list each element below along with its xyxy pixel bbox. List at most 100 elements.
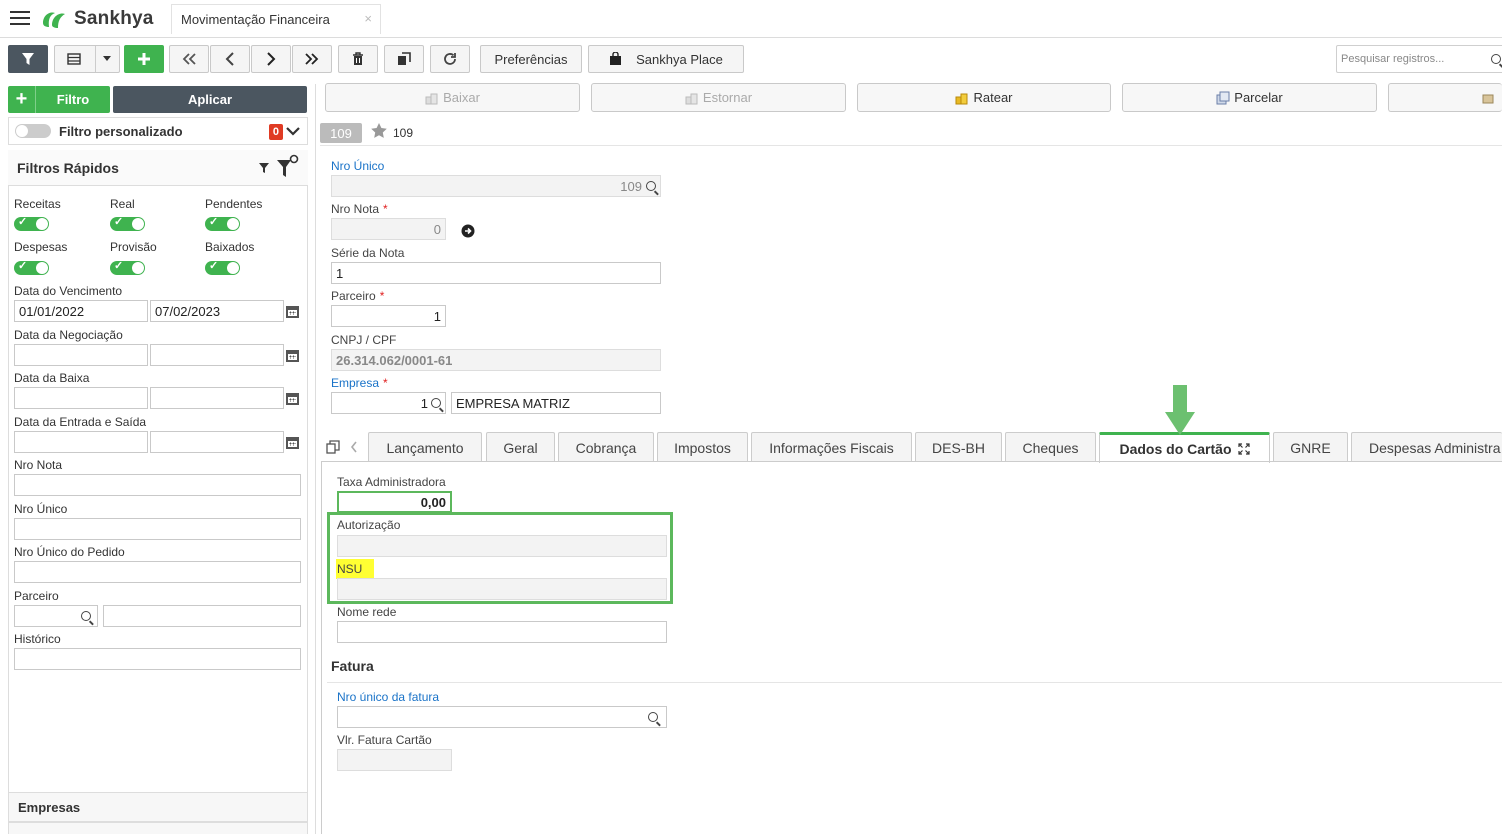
add-record-button[interactable] <box>124 45 164 73</box>
close-icon[interactable]: × <box>364 11 372 26</box>
more-action-button[interactable] <box>1388 83 1502 112</box>
filter-settings-icon[interactable] <box>276 154 300 180</box>
toggle-real[interactable] <box>110 215 145 231</box>
parceiro-label-text: Parceiro <box>331 289 376 303</box>
search-icon[interactable] <box>1491 54 1501 64</box>
arrow-right-circle-icon[interactable] <box>461 224 475 238</box>
toggle-receitas[interactable] <box>14 215 49 231</box>
panel-splitter[interactable] <box>315 84 316 834</box>
custom-filter-toggle[interactable] <box>15 124 51 138</box>
nro-unico-fatura-field[interactable] <box>337 706 667 728</box>
search-records-input[interactable]: Pesquisar registros... <box>1336 45 1502 73</box>
nro-unico-field[interactable]: 109 <box>331 175 661 197</box>
data-entrada-saida-ate-input[interactable] <box>150 431 284 453</box>
tab-gnre[interactable]: GNRE <box>1273 432 1348 462</box>
tab-dados-do-cartao[interactable]: Dados do Cartão <box>1099 432 1270 463</box>
star-icon[interactable] <box>370 122 388 140</box>
toggle-provisao[interactable] <box>110 259 145 275</box>
copy-tab-icon[interactable] <box>326 440 340 454</box>
historico-filter-input[interactable] <box>14 648 301 670</box>
data-baixa-ate-input[interactable] <box>150 387 284 409</box>
nro-unico-label[interactable]: Nro Único <box>331 159 384 173</box>
tab-informacoes-fiscais[interactable]: Informações Fiscais <box>751 432 912 462</box>
tab-lancamento[interactable]: Lançamento <box>368 432 482 462</box>
view-mode-button[interactable] <box>54 45 120 73</box>
sankhya-place-button[interactable]: Sankhya Place <box>588 45 744 73</box>
parceiro-name-input[interactable] <box>103 605 301 627</box>
taxa-administradora-field[interactable]: 0,00 <box>337 491 452 513</box>
autorizacao-field[interactable] <box>337 535 667 557</box>
menu-icon[interactable] <box>10 11 30 27</box>
add-filter-button[interactable]: + Filtro <box>8 86 110 113</box>
tab-impostos[interactable]: Impostos <box>657 432 748 462</box>
nro-unico-pedido-label: Nro Único do Pedido <box>14 545 125 559</box>
ratear-button[interactable]: Ratear <box>857 83 1111 112</box>
expand-icon[interactable] <box>1237 443 1250 455</box>
data-vencimento-ate-input[interactable]: 07/02/2023 <box>150 300 284 322</box>
previous-record-button[interactable] <box>210 45 250 73</box>
tab-despesas-administrativas[interactable]: Despesas Administra <box>1351 432 1502 462</box>
chevron-down-icon[interactable] <box>286 127 300 137</box>
data-negociacao-ate-input[interactable] <box>150 344 284 366</box>
data-baixa-de-input[interactable] <box>14 387 148 409</box>
estornar-button[interactable]: Estornar <box>591 83 846 112</box>
nro-unico-filter-label: Nro Único <box>14 502 68 516</box>
parceiro-field[interactable]: 1 <box>331 305 446 327</box>
data-entrada-saida-de-input[interactable] <box>14 431 148 453</box>
calendar-icon[interactable] <box>286 350 299 362</box>
empresa-label[interactable]: Empresa * <box>331 376 388 390</box>
nro-unico-filter-input[interactable] <box>14 518 301 540</box>
nsu-field[interactable] <box>337 578 667 600</box>
preferences-button[interactable]: Preferências <box>480 45 582 73</box>
first-record-button[interactable] <box>169 45 209 73</box>
delete-button[interactable] <box>338 45 378 73</box>
empresa-code-field[interactable]: 1 <box>331 392 446 414</box>
nro-unico-fatura-label[interactable]: Nro único da fatura <box>337 690 439 704</box>
search-icon[interactable] <box>646 181 656 191</box>
filter-toggle-button[interactable] <box>8 45 48 73</box>
tab-dados-do-cartao-label: Dados do Cartão <box>1119 441 1232 457</box>
filter-icon[interactable] <box>258 162 270 174</box>
nro-nota-filter-input[interactable] <box>14 474 301 496</box>
sankhya-logo[interactable]: Sankhya <box>40 6 154 32</box>
vlr-fatura-cartao-label: Vlr. Fatura Cartão <box>337 733 432 747</box>
tab-des-bh[interactable]: DES-BH <box>915 432 1002 462</box>
data-vencimento-de-input[interactable]: 01/01/2022 <box>14 300 148 322</box>
tab-title: Movimentação Financeira <box>181 12 330 27</box>
calendar-icon[interactable] <box>286 306 299 318</box>
search-icon[interactable] <box>648 712 658 722</box>
folder-icon <box>1482 94 1494 103</box>
duplicate-button[interactable] <box>384 45 424 73</box>
nsu-label: NSU <box>336 559 375 579</box>
tab-geral[interactable]: Geral <box>486 432 555 462</box>
apply-filter-button[interactable]: Aplicar <box>113 86 307 113</box>
nro-nota-filter-label: Nro Nota <box>14 458 63 472</box>
calendar-icon[interactable] <box>286 393 299 405</box>
next-record-button[interactable] <box>251 45 291 73</box>
nro-unico-value: 109 <box>620 178 642 194</box>
toggle-despesas[interactable] <box>14 259 49 275</box>
data-entrada-saida-label: Data da Entrada e Saída <box>14 415 147 429</box>
baixar-button[interactable]: Baixar <box>325 83 580 112</box>
refresh-button[interactable] <box>430 45 470 73</box>
parcelar-button[interactable]: Parcelar <box>1122 83 1377 112</box>
nro-unico-pedido-input[interactable] <box>14 561 301 583</box>
tab-cheques[interactable]: Cheques <box>1005 432 1096 462</box>
toggle-pendentes[interactable] <box>205 215 240 231</box>
chevron-left-icon[interactable] <box>350 441 358 453</box>
tab-movimentacao-financeira[interactable]: Movimentação Financeira × <box>171 4 381 34</box>
required-mark: * <box>383 376 388 390</box>
last-record-button[interactable] <box>292 45 332 73</box>
calendar-icon[interactable] <box>286 437 299 449</box>
empresas-section-header[interactable]: Empresas <box>8 792 308 822</box>
search-icon[interactable] <box>431 398 441 408</box>
nome-rede-field[interactable] <box>337 621 667 643</box>
data-negociacao-de-input[interactable] <box>14 344 148 366</box>
nro-nota-field[interactable]: 0 <box>331 218 446 240</box>
search-icon[interactable] <box>81 611 91 621</box>
parcelar-label: Parcelar <box>1234 90 1283 105</box>
tab-cobranca[interactable]: Cobrança <box>558 432 654 462</box>
toggle-baixados[interactable] <box>205 259 240 275</box>
serie-field[interactable]: 1 <box>331 262 661 284</box>
parceiro-code-input[interactable] <box>14 605 98 627</box>
